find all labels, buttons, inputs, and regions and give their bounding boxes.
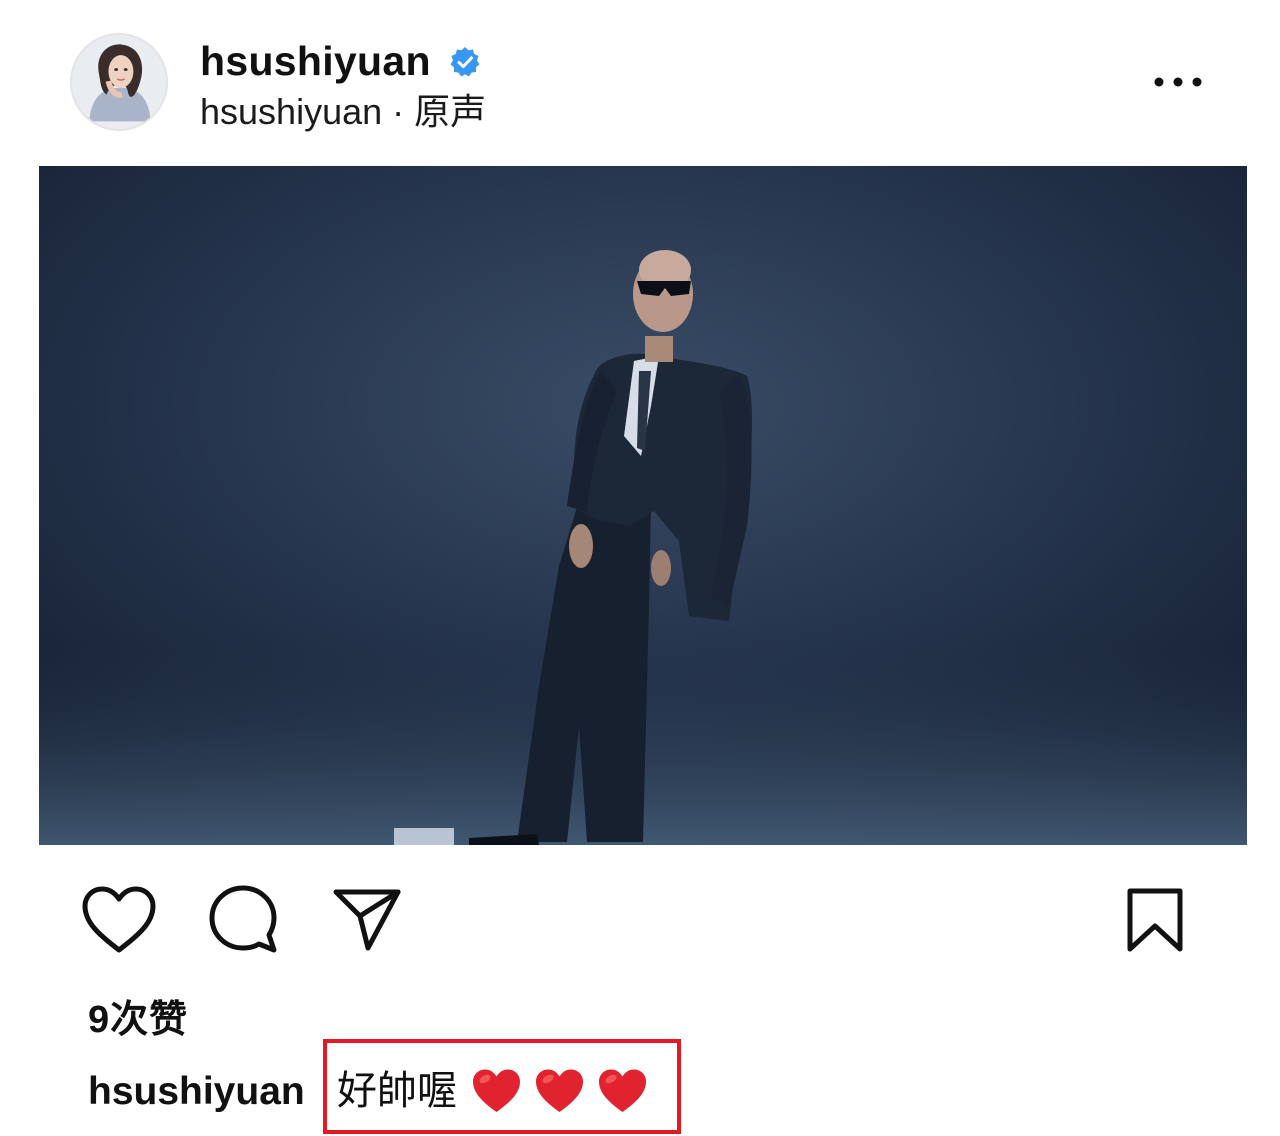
verified-badge-icon <box>450 47 480 77</box>
heart-outline-icon[interactable] <box>80 884 158 956</box>
audio-label[interactable]: hsushiyuan · 原声 <box>200 90 486 134</box>
post-image[interactable] <box>39 166 1247 845</box>
paper-plane-icon[interactable] <box>330 884 404 954</box>
more-dots-icon <box>1154 77 1202 87</box>
post-username[interactable]: hsushiyuan <box>200 36 431 86</box>
avatar-image <box>72 35 166 129</box>
highlight-annotation-box <box>323 1039 681 1134</box>
more-options-button[interactable] <box>1150 62 1206 102</box>
caption-username[interactable]: hsushiyuan <box>88 1068 305 1116</box>
avatar[interactable] <box>70 33 168 131</box>
post-photo-illustration <box>39 166 1247 845</box>
comment-bubble-icon[interactable] <box>206 882 280 956</box>
bookmark-icon[interactable] <box>1122 886 1188 954</box>
likes-count[interactable]: 9次赞 <box>88 996 188 1044</box>
